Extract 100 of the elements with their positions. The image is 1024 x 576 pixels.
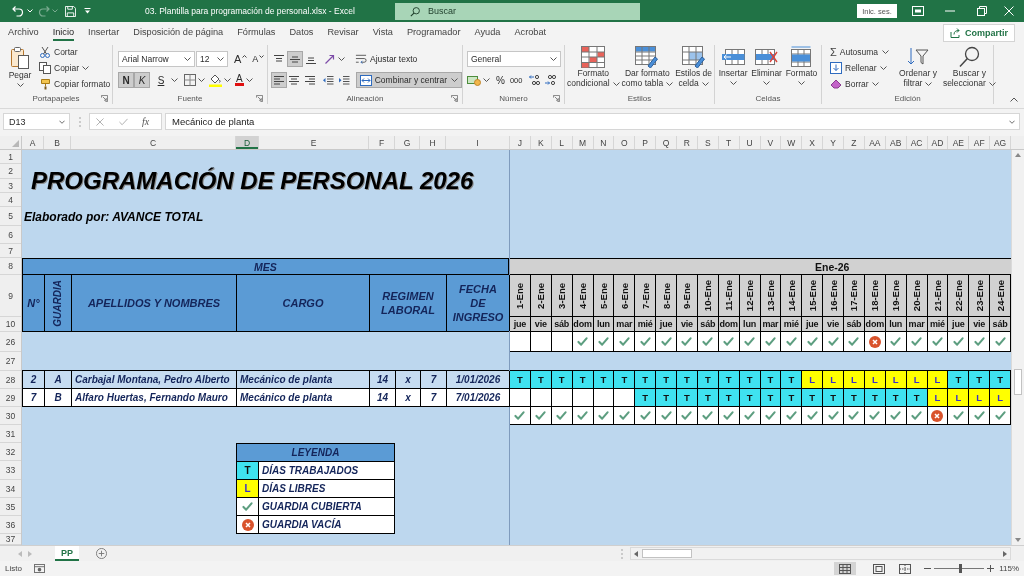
copy-button[interactable]: Copiar <box>39 60 111 76</box>
paste-button[interactable]: Pegar <box>5 45 35 93</box>
dialog-launcher-icon[interactable] <box>553 95 560 102</box>
column-header[interactable]: G <box>395 136 420 149</box>
ribbon-tab[interactable]: Programador <box>406 25 461 41</box>
column-header[interactable]: R <box>677 136 698 149</box>
row-header[interactable]: 6 <box>0 226 21 244</box>
ribbon-tab[interactable]: Disposición de página <box>133 25 224 41</box>
column-header[interactable]: AC <box>906 136 928 149</box>
caret-up-icon[interactable] <box>1010 97 1018 102</box>
slider-thumb[interactable] <box>959 564 963 573</box>
row-header[interactable]: 2 <box>0 164 21 179</box>
format-as-table-button[interactable]: Dar formato como tabla <box>621 45 674 93</box>
delete-cells-button[interactable]: Eliminar <box>751 45 782 93</box>
insert-function-button[interactable]: fx <box>142 116 150 127</box>
vertical-scrollbar[interactable] <box>1011 150 1024 545</box>
triangle-left-icon[interactable] <box>634 550 638 557</box>
column-header[interactable]: Z <box>844 136 865 149</box>
column-header[interactable]: X <box>802 136 824 149</box>
record-macro-icon[interactable] <box>33 564 45 573</box>
column-header[interactable]: D <box>236 136 259 149</box>
fill-button[interactable]: Rellenar <box>830 60 890 76</box>
column-header[interactable]: U <box>739 136 761 149</box>
font-name-dropdown[interactable]: Arial Narrow <box>118 51 195 67</box>
row-header[interactable]: 1 <box>0 150 21 164</box>
decrease-decimal-button[interactable] <box>542 72 559 88</box>
insert-cells-button[interactable]: Insertar <box>718 45 748 93</box>
column-header[interactable]: AF <box>969 136 991 149</box>
column-header[interactable]: B <box>44 136 71 149</box>
row-header[interactable]: 35 <box>0 498 21 516</box>
ribbon-tab[interactable]: Vista <box>372 25 393 41</box>
horizontal-scrollbar[interactable] <box>630 547 1011 560</box>
increase-decimal-button[interactable] <box>526 72 543 88</box>
column-header[interactable]: K <box>530 136 552 149</box>
column-header[interactable]: AE <box>948 136 970 149</box>
ribbon-tab[interactable]: Datos <box>289 25 314 41</box>
ribbon-tab[interactable]: Archivo <box>8 25 39 41</box>
column-header[interactable]: F <box>369 136 395 149</box>
triangle-up-icon[interactable] <box>1015 153 1021 157</box>
font-size-dropdown[interactable]: 12 <box>196 51 228 67</box>
format-painter-button[interactable]: Copiar formato <box>39 76 111 92</box>
conditional-formatting-button[interactable]: Formato condicional <box>567 45 620 93</box>
triangle-down-icon[interactable] <box>1015 538 1021 542</box>
dialog-launcher-icon[interactable] <box>101 95 108 102</box>
ribbon-tab[interactable]: Insertar <box>88 25 120 41</box>
column-header[interactable]: L <box>551 136 573 149</box>
percent-button[interactable]: % <box>495 72 506 88</box>
row-header[interactable]: 27 <box>0 352 21 371</box>
cut-button[interactable]: Cortar <box>39 44 111 60</box>
ribbon-tab[interactable]: Fórmulas <box>237 25 276 41</box>
zoom-level[interactable]: 115% <box>999 564 1019 573</box>
undo-icon[interactable] <box>12 5 24 17</box>
autosum-button[interactable]: Σ Autosuma <box>830 44 890 60</box>
underline-button[interactable]: S <box>153 72 169 88</box>
column-header[interactable]: AG <box>990 136 1011 149</box>
column-header[interactable]: Q <box>656 136 677 149</box>
align-left-button[interactable] <box>271 72 287 88</box>
row-header[interactable]: 5 <box>0 207 21 226</box>
scrollbar-thumb[interactable] <box>1014 369 1022 395</box>
column-header[interactable]: P <box>635 136 657 149</box>
clear-button[interactable]: Borrar <box>830 76 890 92</box>
column-header[interactable]: S <box>697 136 719 149</box>
grow-font-button[interactable]: A <box>232 51 250 67</box>
check-icon[interactable] <box>119 117 128 126</box>
column-header[interactable]: I <box>446 136 510 149</box>
column-header[interactable]: H <box>420 136 446 149</box>
save-icon[interactable] <box>65 5 76 17</box>
column-header[interactable]: AA <box>864 136 886 149</box>
row-header[interactable]: 10 <box>0 317 21 332</box>
borders-button[interactable] <box>184 72 205 88</box>
align-middle-button[interactable] <box>287 51 303 67</box>
merge-center-button[interactable]: Combinar y centrar <box>355 72 462 88</box>
column-header[interactable]: AD <box>927 136 949 149</box>
row-header[interactable]: 4 <box>0 193 21 207</box>
plus-icon[interactable] <box>987 565 995 572</box>
formula-field[interactable]: Mecánico de planta <box>165 113 1020 130</box>
sort-filter-button[interactable]: Ordenar y filtrar <box>899 45 937 93</box>
row-header[interactable]: 3 <box>0 179 21 193</box>
wrap-text-button[interactable]: Ajustar texto <box>355 51 418 67</box>
row-header[interactable]: 26 <box>0 332 21 352</box>
share-button[interactable]: Compartir <box>943 24 1015 42</box>
row-header[interactable]: 9 <box>0 275 21 317</box>
dialog-launcher-icon[interactable] <box>451 95 458 102</box>
ribbon-tab[interactable]: Acrobat <box>514 25 547 41</box>
triangle-right-icon[interactable] <box>1003 550 1007 557</box>
column-header[interactable]: V <box>760 136 782 149</box>
row-header[interactable]: 7 <box>0 244 21 258</box>
font-color-button[interactable]: A <box>235 72 253 88</box>
format-cells-button[interactable]: Formato <box>785 45 818 93</box>
column-header[interactable]: M <box>572 136 594 149</box>
column-header[interactable]: O <box>614 136 636 149</box>
row-header[interactable]: 33 <box>0 461 21 480</box>
dialog-launcher-icon[interactable] <box>256 95 263 102</box>
row-header[interactable]: 36 <box>0 516 21 534</box>
column-header[interactable]: E <box>259 136 369 149</box>
plus-circle-icon[interactable] <box>96 548 107 559</box>
sheet-tab[interactable]: PP <box>55 546 79 561</box>
ribbon-tab[interactable]: Ayuda <box>474 25 501 41</box>
caret-icon[interactable] <box>171 78 178 82</box>
ribbon-tab[interactable]: Revisar <box>327 25 359 41</box>
